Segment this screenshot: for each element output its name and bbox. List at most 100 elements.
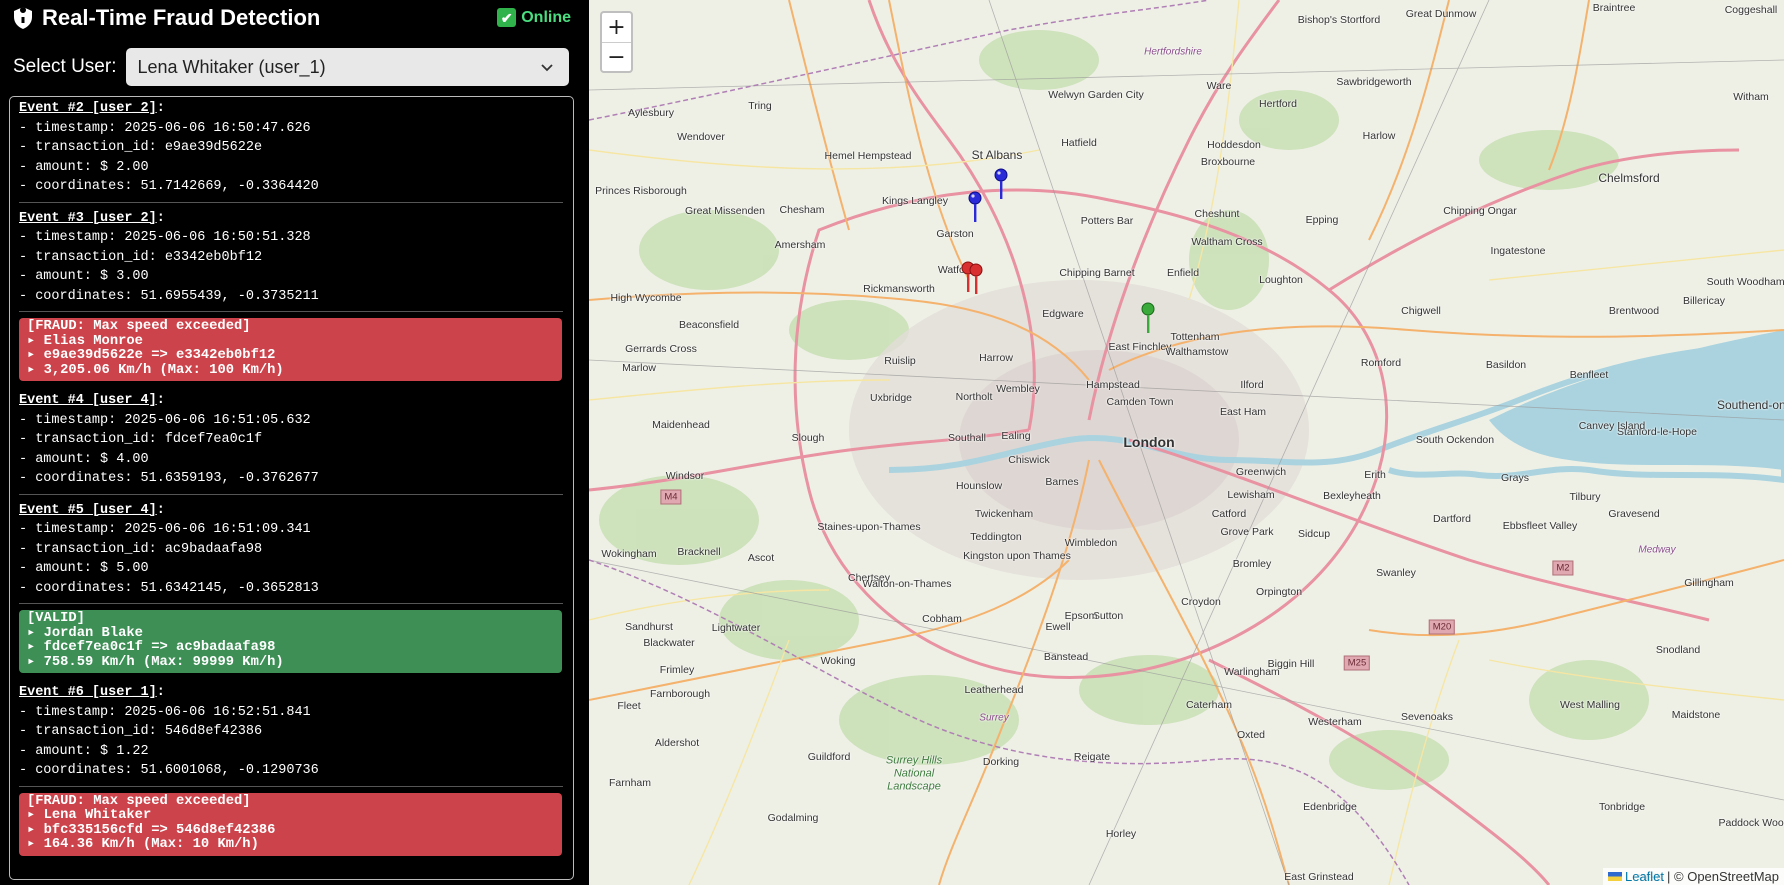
map-place-label: West Malling: [1560, 699, 1620, 711]
map-place-label: Hounslow: [955, 480, 1003, 492]
map-place-label: Harlow: [1362, 130, 1396, 142]
map-place-label: Benfleet: [1569, 369, 1609, 381]
map-view[interactable]: Bishop's Stortford Great Dunmow Braintree C…: [589, 0, 1784, 885]
map-place-label: Ascot: [747, 552, 775, 564]
map-place-label: Gravesend: [1608, 508, 1660, 520]
map-place-label: Grove Park: [1220, 526, 1274, 538]
map-place-label: Sawbridgeworth: [1336, 76, 1412, 88]
event-field: - amount: $ 1.22: [19, 743, 149, 759]
event-entry: Event #6 [user_1]: - timestamp: 2025-06-0…: [19, 683, 563, 787]
map-place-label: Kings Langley: [882, 195, 948, 207]
user-select-dropdown[interactable]: Lena Whitaker (user_1): [126, 48, 569, 86]
map-place-label: Witham: [1733, 91, 1769, 103]
zoom-out-button[interactable]: −: [602, 42, 631, 71]
event-field: - amount: $ 5.00: [19, 561, 149, 576]
alert-line: ▸ e9ae39d5622e => e3342eb0bf12: [27, 348, 276, 363]
event-field: - transaction_id: fdcef7ea0c1f: [19, 432, 263, 447]
road-sign: M20: [1428, 619, 1456, 635]
map-place-label: Romford: [1360, 357, 1402, 369]
map-place-label: Edenbridge: [1303, 801, 1357, 813]
event-field: - timestamp: 2025-06-06 16:50:47.626: [19, 120, 311, 136]
map-place-label: Hemel Hempstead: [824, 150, 912, 162]
map-place-label: Hertfordshire: [1144, 46, 1202, 58]
map-place-label: Grays: [1500, 472, 1530, 484]
map-place-label: Barnes: [1045, 476, 1079, 488]
map-place-label: Frimley: [659, 664, 695, 676]
event-heading: Event #3 [user_2]: [19, 210, 157, 226]
event-log[interactable]: Event #2 [user_2]: - timestamp: 2025-06-0…: [9, 96, 574, 880]
alert-line: ▸ Jordan Blake: [27, 625, 143, 641]
map-place-label: Hatfield: [1061, 137, 1097, 149]
map-place-label: Chipping Barnet: [1059, 267, 1135, 279]
map-place-label: Maidenhead: [652, 419, 710, 431]
road-sign: M4: [660, 489, 682, 505]
map-place-label: Bexleyheath: [1323, 490, 1381, 502]
attribution-text: | © OpenStreetMap: [1667, 869, 1779, 884]
event-entry: Event #5 [user_4]: - timestamp: 2025-06-0…: [19, 501, 563, 604]
map-place-label: Caterham: [1185, 699, 1233, 711]
map-place-label: Tring: [748, 100, 772, 112]
map-place-label: Chiswick: [1008, 454, 1050, 466]
map-place-label: Marlow: [622, 362, 656, 374]
map-place-label: Chesham: [779, 204, 825, 216]
alert-line: [FRAUD: Max speed exceeded]: [27, 319, 251, 334]
map-place-label: Great Dunmow: [1405, 8, 1477, 20]
map-place-label: Horley: [1105, 828, 1137, 840]
map-place-label: Banstead: [1043, 651, 1089, 663]
map-place-label: Epping: [1305, 214, 1339, 226]
event-heading: Event #2 [user_2]: [19, 101, 157, 116]
map-place-label: Kingston upon Thames: [963, 550, 1071, 562]
map-place-label: Wokingham: [601, 548, 657, 560]
green-map-marker[interactable]: [1140, 301, 1156, 335]
alert-line: [VALID]: [27, 611, 85, 626]
map-place-label: Leatherhead: [964, 684, 1024, 696]
event-field: - timestamp: 2025-06-06 16:50:51.328: [19, 230, 311, 245]
map-place-label: Northolt: [955, 391, 993, 403]
map-place-label: St Albans: [971, 148, 1023, 162]
map-place-label: Ware: [1206, 80, 1232, 92]
event-field: - timestamp: 2025-06-06 16:52:51.841: [19, 704, 311, 720]
map-place-label: Garston: [936, 228, 974, 240]
map-place-label: Tonbridge: [1598, 801, 1646, 813]
road-sign: M2: [1552, 560, 1574, 576]
map-place-label: Sandhurst: [625, 621, 673, 633]
zoom-in-button[interactable]: +: [602, 13, 631, 42]
red-map-marker[interactable]: [968, 262, 984, 296]
map-place-label: Staines-upon-Thames: [817, 521, 921, 533]
event-field: - amount: $ 3.00: [19, 269, 149, 284]
map-place-label: Ealing: [1001, 430, 1031, 442]
event-field: - coordinates: 51.6359193, -0.3762677: [19, 471, 319, 486]
map-attribution: Leaflet | © OpenStreetMap: [1602, 868, 1784, 885]
map-place-label: Walthamstow: [1165, 346, 1229, 358]
map-place-label: Orpington: [1255, 586, 1303, 598]
app-title-text: Real-Time Fraud Detection: [42, 5, 321, 30]
blue-map-marker[interactable]: [967, 190, 983, 224]
map-place-label: London: [1123, 434, 1175, 450]
select-user-label: Select User:: [13, 56, 117, 77]
map-place-label: Welwyn Garden City: [1048, 89, 1144, 101]
map-place-label: Erith: [1364, 469, 1386, 481]
blue-map-marker[interactable]: [993, 167, 1009, 201]
map-place-label: Hampstead: [1086, 379, 1140, 391]
map-place-label: Canvey Island: [1578, 420, 1646, 432]
map-place-label: Gillingham: [1684, 577, 1734, 589]
map-place-label: Harrow: [979, 352, 1013, 364]
map-place-label: Woking: [820, 655, 856, 667]
map-place-label: Warlingham: [1224, 666, 1280, 678]
map-place-label: Cobham: [922, 613, 962, 625]
map-place-label: Southend-on-Sea: [1716, 398, 1784, 412]
map-place-label: Ruislip: [884, 355, 916, 367]
map-place-label: Walton-on-Thames: [862, 578, 952, 590]
map-place-label: Ewell: [1045, 621, 1071, 633]
valid-alert: [VALID] ▸ Jordan Blake ▸ fdcef7ea0c1f => a…: [19, 610, 562, 673]
map-place-label: Twickenham: [974, 508, 1034, 520]
map-place-label: High Wycombe: [610, 292, 682, 304]
map-place-label: South Woodham Ferrers: [1706, 276, 1784, 288]
map-place-label: Ilford: [1240, 379, 1264, 391]
event-heading: Event #6 [user_1]: [19, 685, 157, 700]
map-place-label: Lightwater: [711, 622, 761, 634]
event-field: - coordinates: 51.6955439, -0.3735211: [19, 288, 319, 304]
map-place-label: Blackwater: [643, 637, 695, 649]
map-place-label: Tottenham: [1170, 331, 1220, 343]
leaflet-link[interactable]: Leaflet: [1625, 869, 1664, 884]
